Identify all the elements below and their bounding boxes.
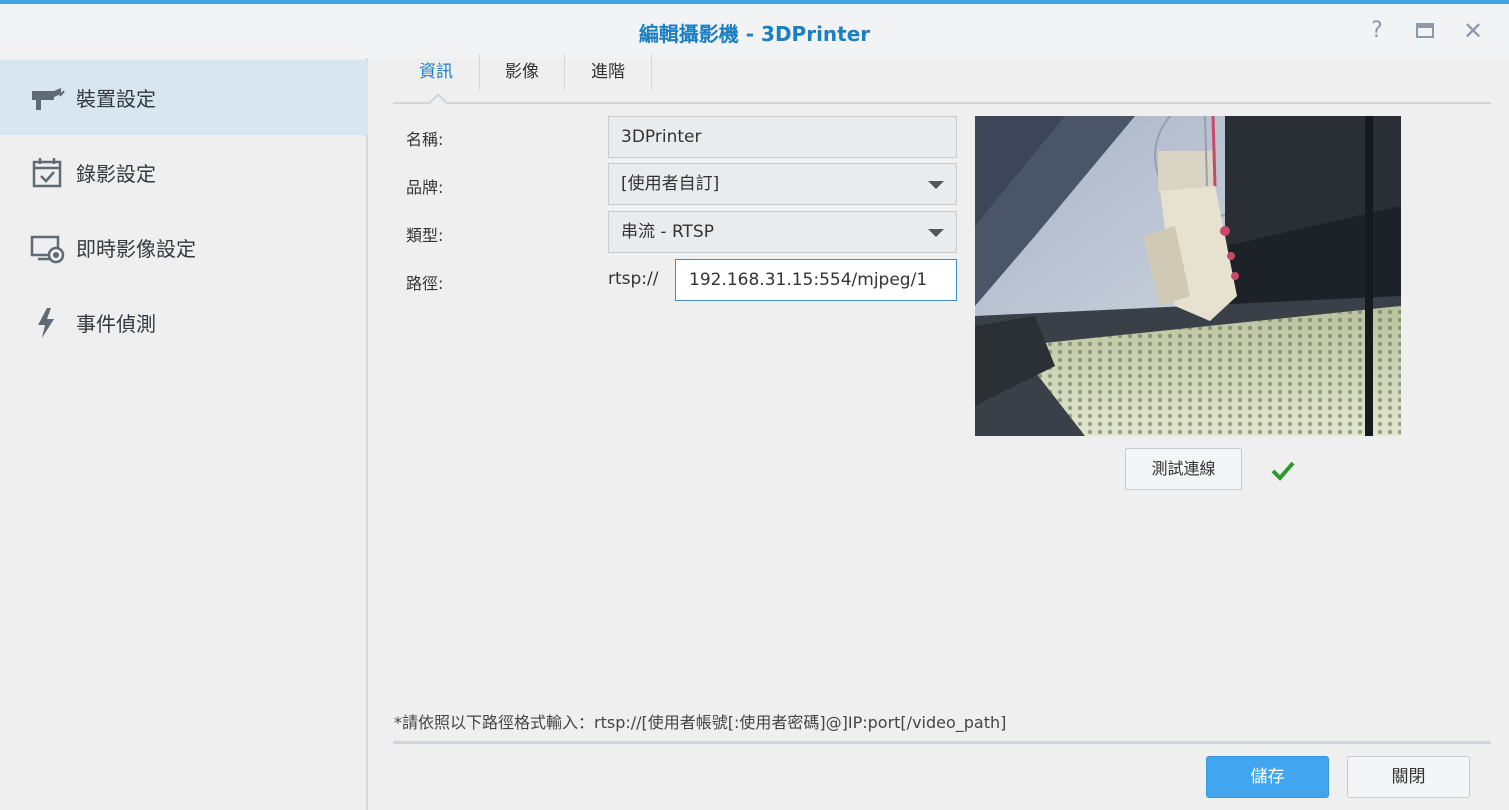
sidebar-item-device-settings[interactable]: 裝置設定: [0, 60, 368, 135]
tab-advanced[interactable]: 進階: [565, 50, 651, 94]
path-prefix: rtsp://: [608, 269, 659, 289]
footer-divider: [393, 741, 1491, 744]
brand-select[interactable]: [使用者自訂]: [608, 163, 957, 205]
path-field[interactable]: 192.168.31.15:554/mjpeg/1: [675, 259, 957, 301]
active-tab-indicator-inner: [430, 96, 446, 104]
sidebar-item-live-view-settings[interactable]: 即時影像設定: [0, 210, 368, 285]
name-label: 名稱:: [406, 130, 444, 149]
tab-bar: 資訊 影像 進階: [393, 50, 1491, 104]
window-title: 編輯攝影機 - 3DPrinter: [638, 22, 871, 46]
checkmark-icon: [1271, 461, 1295, 481]
live-view-icon: [30, 235, 65, 263]
camera-preview-image: [975, 116, 1401, 436]
type-label: 類型:: [406, 226, 444, 245]
sidebar-item-event-detection[interactable]: 事件偵測: [0, 285, 368, 360]
help-icon[interactable]: ?: [1362, 16, 1392, 46]
sidebar-item-label: 錄影設定: [76, 162, 156, 186]
sidebar-item-label: 即時影像設定: [76, 237, 196, 261]
camera-preview: [975, 116, 1401, 436]
calendar-check-icon: [32, 157, 62, 187]
brand-select-value: [使用者自訂]: [621, 174, 720, 194]
type-select-value: 串流 - RTSP: [621, 222, 714, 242]
tab-image[interactable]: 影像: [480, 50, 564, 94]
chevron-down-icon: [928, 181, 944, 189]
camera-icon: [32, 87, 65, 110]
path-label: 路徑:: [406, 274, 444, 293]
tab-divider: [651, 54, 652, 90]
tab-info[interactable]: 資訊: [393, 50, 479, 94]
lightning-icon: [38, 307, 54, 338]
brand-label: 品牌:: [406, 178, 444, 197]
chevron-down-icon: [928, 229, 944, 237]
test-connection-button[interactable]: 測試連線: [1125, 448, 1242, 490]
maximize-icon[interactable]: [1410, 16, 1440, 46]
sidebar-item-recording-settings[interactable]: 錄影設定: [0, 135, 368, 210]
name-field[interactable]: 3DPrinter: [608, 116, 957, 158]
save-button[interactable]: 儲存: [1206, 756, 1329, 798]
close-icon[interactable]: ✕: [1458, 16, 1488, 46]
sidebar-item-label: 裝置設定: [76, 87, 156, 111]
sidebar-item-label: 事件偵測: [76, 312, 156, 336]
sidebar: 裝置設定 錄影設定 即時影像設定 事件偵測: [0, 58, 368, 810]
close-button[interactable]: 關閉: [1347, 756, 1470, 798]
type-select[interactable]: 串流 - RTSP: [608, 211, 957, 253]
path-format-hint: *請依照以下路徑格式輸入：rtsp://[使用者帳號[:使用者密碼]@]IP:p…: [394, 713, 1007, 732]
